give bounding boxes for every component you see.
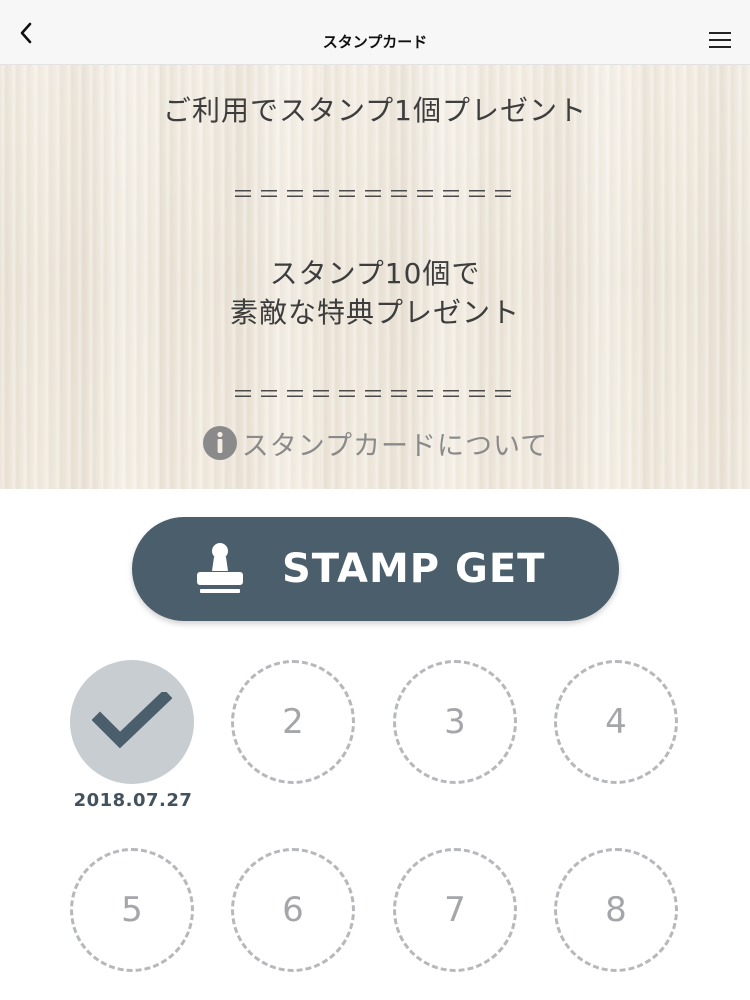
menu-button[interactable] [706, 30, 734, 52]
campaign-banner: ご利用でスタンプ1個プレゼント ＝＝＝＝＝＝＝＝＝＝＝ スタンプ10個で 素敵な… [0, 65, 750, 489]
banner-separator-top: ＝＝＝＝＝＝＝＝＝＝＝ [231, 183, 518, 208]
stamp-slot-2: 2 [231, 660, 355, 784]
stamp-date-1: 2018.07.27 [73, 790, 193, 811]
banner-line-1: ご利用でスタンプ1個プレゼント [163, 94, 587, 127]
banner-line-2: スタンプ10個で [269, 257, 481, 290]
stamp-slot-5: 5 [70, 848, 194, 972]
banner-separator-bottom: ＝＝＝＝＝＝＝＝＝＝＝ [231, 383, 518, 408]
back-button[interactable] [10, 20, 42, 46]
chevron-left-icon [20, 22, 32, 44]
stamp-get-label: STAMP GET [282, 546, 546, 592]
about-stamp-card-link[interactable]: スタンプカードについて [0, 423, 750, 463]
stamp-slot-7: 7 [393, 848, 517, 972]
about-stamp-card-label: スタンプカードについて [241, 430, 549, 462]
stamp-icon [197, 543, 243, 593]
stamp-slot-6: 6 [231, 848, 355, 972]
stamp-slot-4: 4 [554, 660, 678, 784]
banner-line-3: 素敵な特典プレゼント [229, 296, 520, 329]
info-icon [202, 426, 237, 460]
stamp-slot-8: 8 [554, 848, 678, 972]
stamp-slot-3: 3 [393, 660, 517, 784]
checkmark-icon [92, 692, 172, 749]
top-navigation-bar: スタンプカード [0, 0, 750, 65]
stamp-slot-1 [70, 660, 194, 784]
page-title: スタンプカード [322, 33, 428, 51]
stamp-get-button[interactable]: STAMP GET [132, 517, 619, 621]
